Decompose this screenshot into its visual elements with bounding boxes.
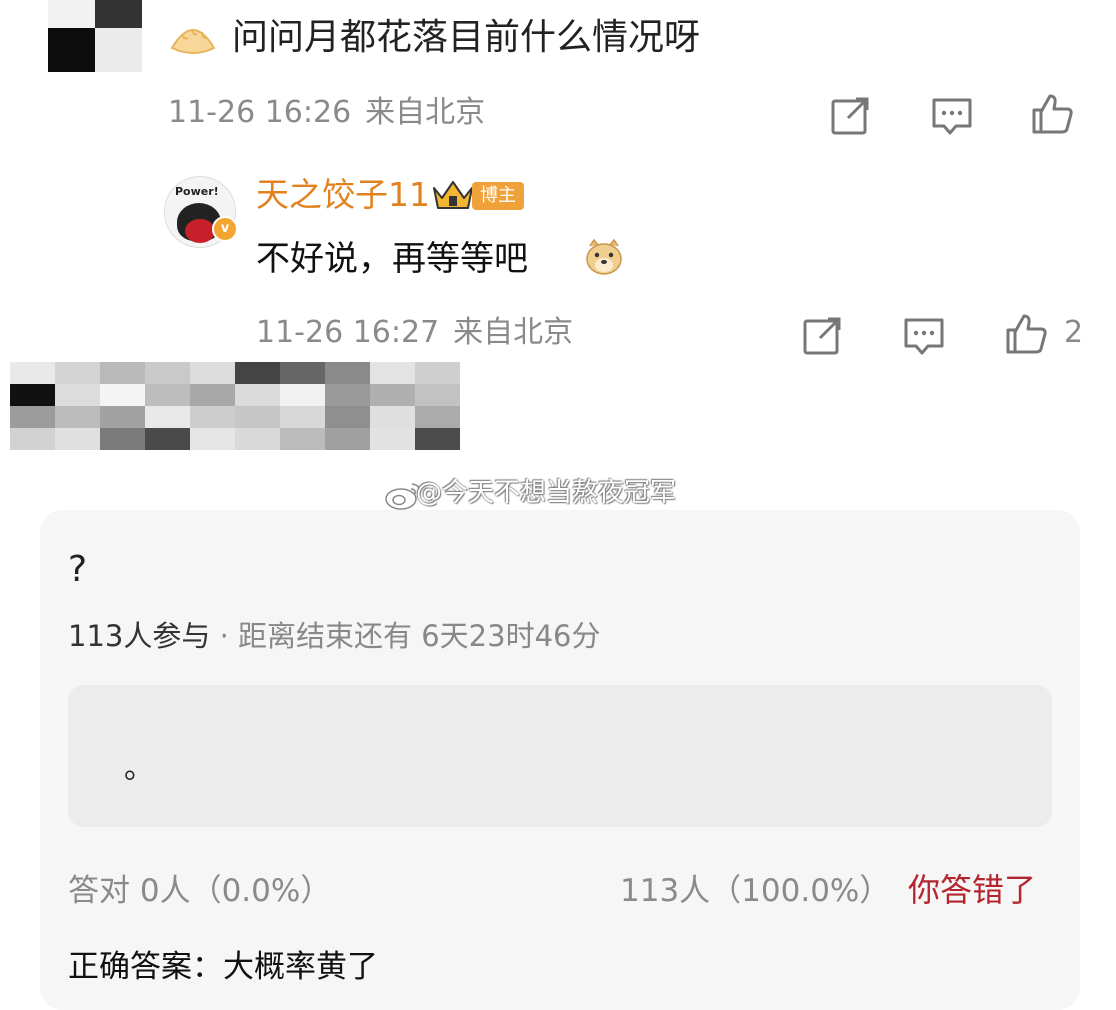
quiz-remaining: 距离结束还有 6天23时46分: [238, 619, 601, 653]
comment-time: 11-26 16:26: [168, 95, 352, 130]
doge-emoji-icon: [584, 238, 624, 276]
thumbs-up-icon[interactable]: [1030, 92, 1074, 136]
reply-like-count: 2: [1064, 315, 1084, 350]
dumpling-icon: [168, 18, 218, 58]
avatar-caption: Power!: [175, 185, 219, 198]
censored-username: [10, 362, 462, 450]
commenter-avatar-pixelated[interactable]: [48, 0, 142, 72]
reply-meta: 11-26 16:27 来自北京: [256, 318, 573, 348]
reply-location: 来自北京: [453, 315, 574, 350]
quiz-question: ?: [68, 549, 88, 590]
comment-meta: 11-26 16:26 来自北京: [168, 98, 485, 128]
quiz-wrong-stat: 113人（100.0%）: [620, 873, 891, 909]
reply-text: 不好说，再等等吧: [256, 239, 528, 279]
crown-icon: [432, 178, 474, 212]
comment-location: 来自北京: [365, 95, 486, 130]
quiz-meta: 113人参与 · 距离结束还有 6天23时46分: [68, 622, 601, 651]
watermark: @今天不想当熬夜冠军: [416, 478, 677, 508]
verified-icon: v: [212, 216, 238, 242]
comment-icon[interactable]: [930, 94, 974, 138]
quiz-option-text: 。: [124, 751, 154, 786]
quiz-correct-stat: 答对 0人（0.0%）: [68, 873, 332, 909]
quiz-result: 你答错了: [908, 871, 1037, 909]
reply-time: 11-26 16:27: [256, 315, 440, 350]
quiz-separator: ·: [219, 619, 229, 653]
quiz-participants: 113人参与: [68, 619, 211, 653]
share-icon[interactable]: [828, 94, 872, 138]
reply-share-icon[interactable]: [800, 314, 844, 358]
author-badge: 博主: [472, 182, 524, 210]
quiz-option[interactable]: [68, 685, 1052, 827]
comment-text: 问问月都花落目前什么情况呀: [232, 17, 701, 58]
quiz-answer: 正确答案：大概率黄了: [68, 949, 378, 985]
reply-comment-icon[interactable]: [902, 314, 946, 358]
reply-thumbs-up-icon[interactable]: [1004, 312, 1048, 356]
reply-username[interactable]: 天之饺子11: [256, 178, 430, 211]
